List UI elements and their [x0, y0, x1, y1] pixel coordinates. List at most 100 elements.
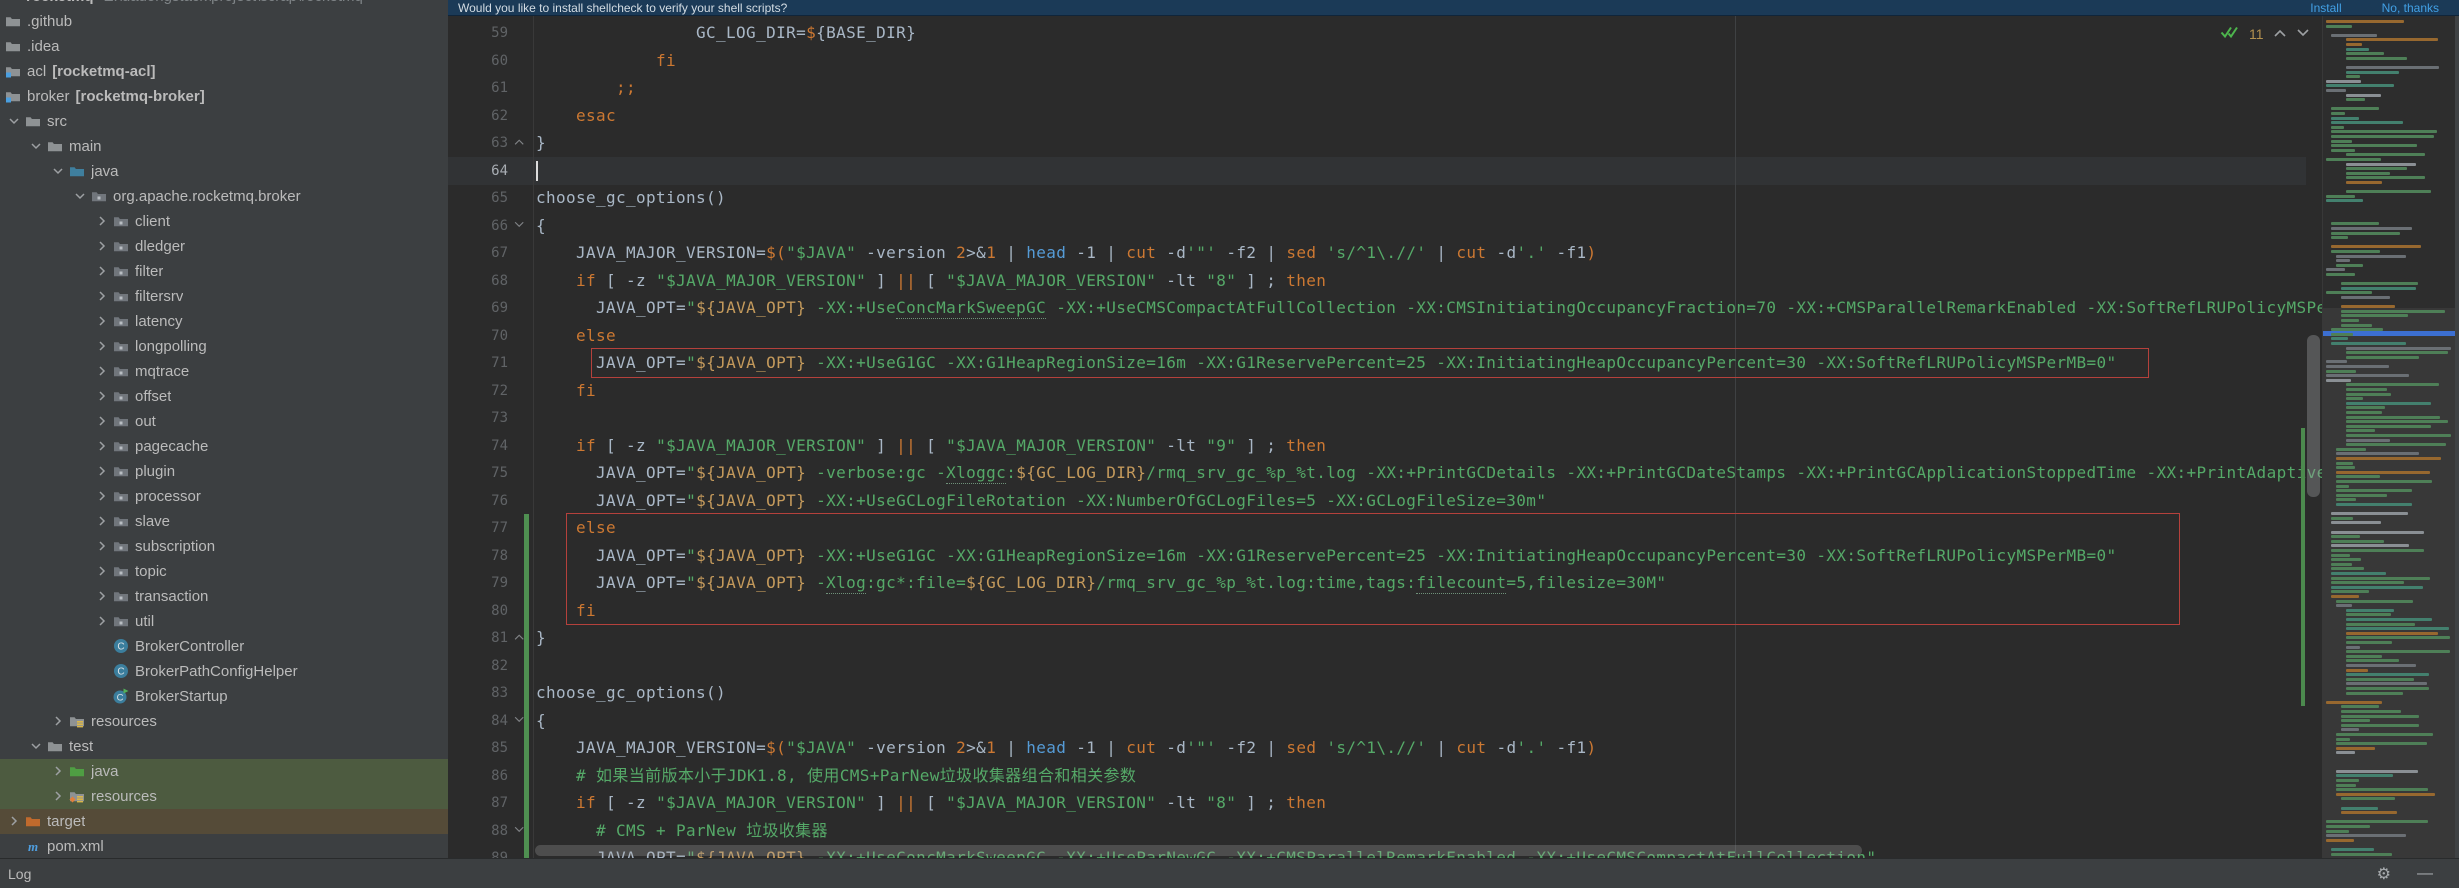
code-line-69[interactable]: JAVA_OPT="${JAVA_OPT} -XX:+UseConcMarkSw… [536, 294, 2459, 322]
tree-item-transaction[interactable]: transaction [0, 584, 448, 609]
tree-item-resources[interactable]: resources [0, 783, 448, 809]
tree-item-slave[interactable]: slave [0, 509, 448, 534]
tree-item-test[interactable]: test [0, 734, 448, 759]
tree-item-BrokerController[interactable]: C BrokerController [0, 634, 448, 659]
chevron-right-icon[interactable] [92, 513, 112, 529]
vertical-scrollbar[interactable] [2307, 335, 2320, 497]
tree-item-BrokerStartup[interactable]: C BrokerStartup [0, 684, 448, 709]
code-line-78[interactable]: JAVA_OPT="${JAVA_OPT} -XX:+UseG1GC -XX:G… [536, 542, 2116, 570]
tree-item-java[interactable]: java [0, 159, 448, 184]
vcs-change-stripe[interactable] [2301, 428, 2305, 706]
tree-item-client[interactable]: client [0, 209, 448, 234]
tree-item-util[interactable]: util [0, 609, 448, 634]
tree-item-dledger[interactable]: dledger [0, 234, 448, 259]
tree-item-pom.xml[interactable]: m pom.xml [0, 834, 448, 859]
tree-item-main[interactable]: main [0, 134, 448, 159]
next-problem-icon[interactable] [2296, 25, 2310, 43]
code-line-61[interactable]: ;; [536, 74, 636, 102]
code-line-66[interactable]: { [536, 212, 546, 240]
tree-item-subscription[interactable]: subscription [0, 534, 448, 559]
code-line-60[interactable]: fi [536, 47, 676, 75]
chevron-right-icon[interactable] [92, 388, 112, 404]
chevron-right-icon[interactable] [92, 413, 112, 429]
chevron-right-icon[interactable] [48, 763, 68, 779]
tree-item-plugin[interactable]: plugin [0, 459, 448, 484]
previous-problem-icon[interactable] [2273, 25, 2287, 43]
tree-item-broker[interactable]: broker [rocketmq-broker] [0, 84, 448, 109]
code-line-70[interactable]: else [536, 322, 616, 350]
code-line-81[interactable]: } [536, 624, 546, 652]
tree-item-topic[interactable]: topic [0, 559, 448, 584]
chevron-right-icon[interactable] [92, 538, 112, 554]
tree-item-pagecache[interactable]: pagecache [0, 434, 448, 459]
tree-item-resources[interactable]: resources [0, 709, 448, 734]
chevron-right-icon[interactable] [92, 563, 112, 579]
tree-item-java[interactable]: java [0, 758, 448, 784]
chevron-down-icon[interactable] [70, 188, 90, 204]
chevron-right-icon[interactable] [92, 213, 112, 229]
chevron-right-icon[interactable] [92, 263, 112, 279]
code-line-83[interactable]: choose_gc_options() [536, 679, 726, 707]
install-link[interactable]: Install [2310, 1, 2341, 15]
chevron-right-icon[interactable] [92, 363, 112, 379]
tree-item-out[interactable]: out [0, 409, 448, 434]
code-line-80[interactable]: fi [536, 597, 596, 625]
chevron-right-icon[interactable] [92, 338, 112, 354]
code-editor[interactable]: 59 60 61 62 63 64 65 66 67 68 69 70 71 72 73 74 75 76 77 78… [448, 16, 2459, 858]
tree-item-src[interactable]: src [0, 109, 448, 134]
chevron-down-icon[interactable] [48, 163, 68, 179]
code-line-86[interactable]: # 如果当前版本小于JDK1.8, 使用CMS+ParNew垃圾收集器组合和相关… [536, 762, 1136, 790]
chevron-right-icon[interactable] [48, 788, 68, 804]
chevron-down-icon[interactable] [26, 138, 46, 154]
tree-item-longpolling[interactable]: longpolling [0, 334, 448, 359]
tree-item-BrokerPathConfigHelper[interactable]: C BrokerPathConfigHelper [0, 659, 448, 684]
horizontal-scrollbar[interactable] [535, 845, 1862, 856]
code-line-63[interactable]: } [536, 129, 546, 157]
code-line-76[interactable]: JAVA_OPT="${JAVA_OPT} -XX:+UseGCLogFileR… [536, 487, 1546, 515]
fold-start-icon[interactable] [512, 212, 528, 240]
chevron-right-icon[interactable] [92, 313, 112, 329]
code-line-85[interactable]: JAVA_MAJOR_VERSION=$("$JAVA" -version 2>… [536, 734, 1597, 762]
code-line-77[interactable]: else [536, 514, 616, 542]
tree-item-.github[interactable]: .github [0, 9, 448, 34]
chevron-right-icon[interactable] [48, 713, 68, 729]
code-line-67[interactable]: JAVA_MAJOR_VERSION=$("$JAVA" -version 2>… [536, 239, 1597, 267]
code-line-71[interactable]: JAVA_OPT="${JAVA_OPT} -XX:+UseG1GC -XX:G… [536, 349, 2116, 377]
code-line-68[interactable]: if [ -z "$JAVA_MAJOR_VERSION" ] || [ "$J… [536, 267, 1326, 295]
chevron-right-icon[interactable] [92, 588, 112, 604]
code-line-62[interactable]: esac [536, 102, 616, 130]
code-line-84[interactable]: { [536, 707, 546, 735]
tree-item-filtersrv[interactable]: filtersrv [0, 284, 448, 309]
tree-item-org.apache.rocketmq.broker[interactable]: org.apache.rocketmq.broker [0, 184, 448, 209]
chevron-right-icon[interactable] [92, 488, 112, 504]
code-line-87[interactable]: if [ -z "$JAVA_MAJOR_VERSION" ] || [ "$J… [536, 789, 1326, 817]
chevron-right-icon[interactable] [92, 238, 112, 254]
tree-item-processor[interactable]: processor [0, 484, 448, 509]
tree-item-latency[interactable]: latency [0, 309, 448, 334]
tree-item-.idea[interactable]: .idea [0, 34, 448, 59]
tree-item-offset[interactable]: offset [0, 384, 448, 409]
code-line-75[interactable]: JAVA_OPT="${JAVA_OPT} -verbose:gc -Xlogg… [536, 459, 2437, 487]
chevron-down-icon[interactable] [4, 113, 24, 129]
code-line-72[interactable]: fi [536, 377, 596, 405]
tree-item-acl[interactable]: acl [rocketmq-acl] [0, 59, 448, 84]
tree-item-target[interactable]: target [0, 808, 448, 834]
hide-toolwindow-icon[interactable]: — [2417, 865, 2433, 883]
code-line-74[interactable]: if [ -z "$JAVA_MAJOR_VERSION" ] || [ "$J… [536, 432, 1326, 460]
chevron-right-icon[interactable] [92, 438, 112, 454]
code-line-59[interactable]: GC_LOG_DIR=${BASE_DIR} [536, 19, 916, 47]
code-line-79[interactable]: JAVA_OPT="${JAVA_OPT} -Xlog:gc*:file=${G… [536, 569, 1666, 597]
tree-item-mqtrace[interactable]: mqtrace [0, 359, 448, 384]
fold-end-icon[interactable] [512, 129, 528, 157]
gear-icon[interactable]: ⚙ [2377, 864, 2391, 884]
code-line-65[interactable]: choose_gc_options() [536, 184, 726, 212]
chevron-right-icon[interactable] [92, 463, 112, 479]
chevron-down-icon[interactable] [26, 738, 46, 754]
dismiss-link[interactable]: No, thanks [2382, 1, 2439, 15]
code-minimap[interactable] [2322, 16, 2459, 858]
code-line-88[interactable]: # CMS + ParNew 垃圾收集器 [536, 817, 828, 845]
tree-item-filter[interactable]: filter [0, 259, 448, 284]
chevron-right-icon[interactable] [92, 613, 112, 629]
chevron-right-icon[interactable] [4, 813, 24, 829]
chevron-right-icon[interactable] [92, 288, 112, 304]
